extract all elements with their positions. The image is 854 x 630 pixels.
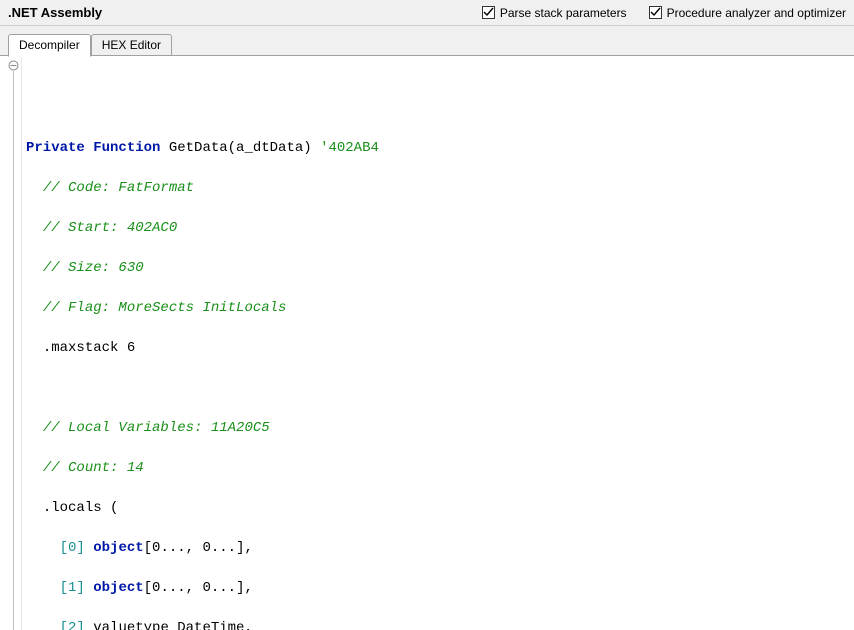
code-line: // Count: 14 [26,458,854,478]
checkbox-label: Procedure analyzer and optimizer [667,6,846,20]
tab-hex-editor[interactable]: HEX Editor [91,34,172,56]
code-line: .maxstack 6 [26,338,854,358]
check-icon [649,6,662,19]
code-line: Private Function GetData(a_dtData) '402A… [26,138,854,158]
comment: // Count: 14 [43,460,144,476]
type-plain: valuetype DateTime, [93,620,253,630]
fold-gutter [0,56,22,630]
type-suffix: [0..., 0...], [144,580,253,596]
code-line: [1] object[0..., 0...], [26,578,854,598]
code-line: // Start: 402AC0 [26,218,854,238]
check-icon [482,6,495,19]
code-line: // Flag: MoreSects InitLocals [26,298,854,318]
fold-toggle-icon[interactable] [8,60,19,71]
keyword: Private [26,140,85,156]
function-name: GetData(a_dtData) [160,140,320,156]
address-comment: '402AB4 [320,140,379,156]
code-line: [0] object[0..., 0...], [26,538,854,558]
directive: .maxstack 6 [43,340,135,356]
comment: // Size: 630 [43,260,144,276]
type-keyword: object [93,580,143,596]
comment: // Code: FatFormat [43,180,194,196]
code-lines: Private Function GetData(a_dtData) '402A… [26,118,854,630]
header-bar: .NET Assembly Parse stack parameters Pro… [0,0,854,26]
type-keyword: object [93,540,143,556]
panel-title: .NET Assembly [8,5,102,20]
directive: .locals ( [43,500,119,516]
local-index: [1] [60,580,85,596]
code-line: // Code: FatFormat [26,178,854,198]
tab-decompiler[interactable]: Decompiler [8,34,91,57]
code-line: // Size: 630 [26,258,854,278]
type-suffix: [0..., 0...], [144,540,253,556]
tab-bar: Decompiler HEX Editor [0,26,854,56]
code-viewer[interactable]: Private Function GetData(a_dtData) '402A… [0,56,854,630]
code-line: [2] valuetype DateTime, [26,618,854,630]
comment: // Start: 402AC0 [43,220,177,236]
checkbox-procedure-analyzer[interactable]: Procedure analyzer and optimizer [649,6,846,20]
local-index: [2] [60,620,85,630]
keyword: Function [93,140,160,156]
comment: // Flag: MoreSects InitLocals [43,300,287,316]
code-line [26,378,854,398]
checkbox-parse-stack[interactable]: Parse stack parameters [482,6,627,20]
code-line: // Local Variables: 11A20C5 [26,418,854,438]
comment: // Local Variables: 11A20C5 [43,420,270,436]
checkbox-label: Parse stack parameters [500,6,627,20]
code-line: .locals ( [26,498,854,518]
fold-line [13,71,14,630]
local-index: [0] [60,540,85,556]
